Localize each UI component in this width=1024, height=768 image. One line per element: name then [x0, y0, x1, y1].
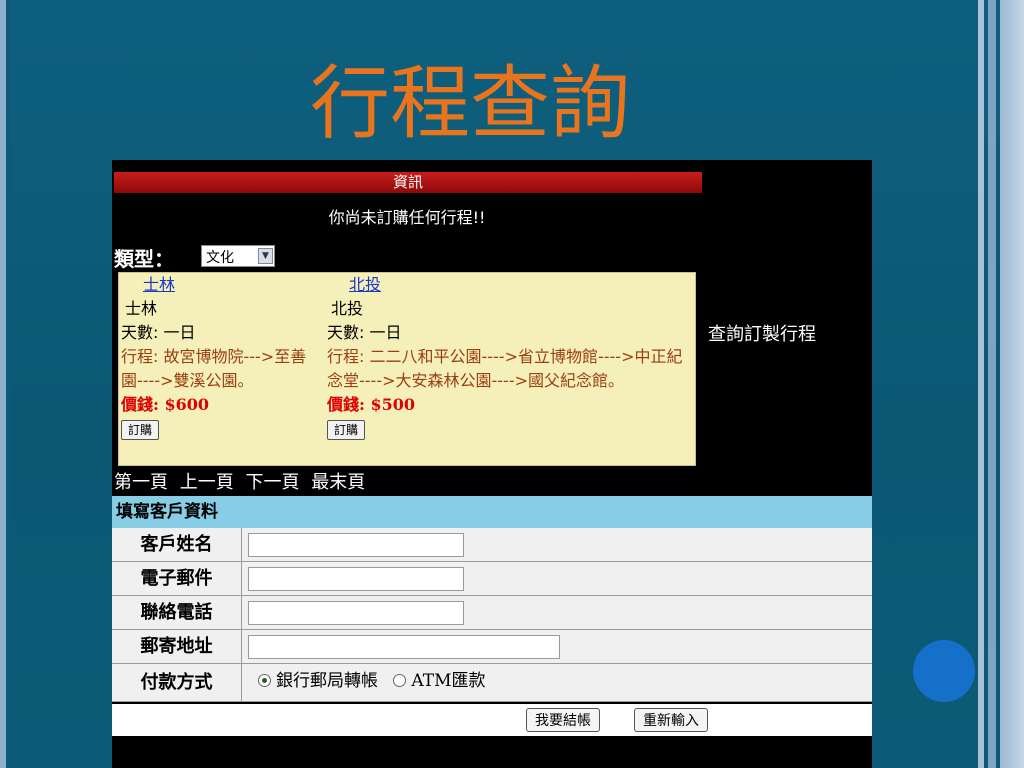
trip-list: 士林 士林 天數: 一日 行程: 故宮博物院--->至善園---->雙溪公園。 … — [118, 272, 696, 466]
trip-card: 北投 北投 天數: 一日 行程: 二二八和平公園---->省立博物館---->中… — [327, 273, 687, 465]
address-label: 郵寄地址 — [112, 630, 242, 663]
trip-link-beitou[interactable]: 北投 — [327, 273, 687, 297]
payment-label: 付款方式 — [112, 664, 242, 701]
info-header-bar: 資訊 — [114, 172, 702, 193]
form-row-address: 郵寄地址 — [112, 630, 872, 664]
reset-button[interactable]: 重新輸入 — [634, 708, 708, 732]
border-stripe — [1000, 0, 1024, 768]
email-label: 電子郵件 — [112, 562, 242, 595]
last-page-link[interactable]: 最末頁 — [311, 472, 365, 493]
trip-link-shilin[interactable]: 士林 — [121, 273, 321, 297]
form-actions: 我要結帳 重新輸入 — [112, 704, 872, 736]
order-button[interactable]: 訂購 — [121, 419, 160, 440]
border-stripe — [988, 0, 996, 768]
phone-input[interactable] — [248, 601, 464, 625]
custom-trip-query-link[interactable]: 查詢訂製行程 — [708, 320, 816, 346]
radio-atm[interactable] — [393, 674, 407, 687]
type-selected-value: 文化 — [206, 250, 234, 266]
form-row-phone: 聯絡電話 — [112, 596, 872, 630]
trip-name: 北投 — [331, 299, 364, 318]
radio-bank-transfer[interactable] — [258, 674, 271, 687]
trip-price: 價錢: $500 — [327, 395, 416, 414]
type-select[interactable]: 文化 ▼ — [201, 245, 275, 267]
border-stripe — [978, 0, 984, 768]
trip-route: 行程: 二二八和平公園---->省立博物館---->中正紀念堂---->大安森林… — [327, 347, 683, 390]
customer-form-header: 填寫客戶資料 — [112, 496, 872, 528]
phone-label: 聯絡電話 — [112, 596, 242, 629]
trip-card: 士林 士林 天數: 一日 行程: 故宮博物院--->至善園---->雙溪公園。 … — [121, 273, 321, 465]
web-page-panel: 資訊 你尚未訂購任何行程!! 類型： 文化 ▼ 士林 士林 天數: 一日 行程:… — [112, 160, 872, 768]
order-button[interactable]: 訂購 — [327, 419, 366, 440]
payment-options: 銀行郵局轉帳 ATM匯款 — [258, 664, 486, 698]
first-page-link[interactable]: 第一頁 — [114, 472, 168, 493]
name-input[interactable] — [248, 533, 464, 557]
prev-page-link[interactable]: 上一頁 — [180, 472, 234, 493]
form-row-name: 客戶姓名 — [112, 528, 872, 562]
pagination: 第一頁 上一頁 下一頁 最末頁 — [114, 468, 371, 494]
address-input[interactable] — [248, 635, 560, 659]
form-row-email: 電子郵件 — [112, 562, 872, 596]
no-order-notice: 你尚未訂購任何行程!! — [328, 208, 486, 227]
right-border-decoration — [978, 0, 1024, 768]
trip-route: 行程: 故宮博物院--->至善園---->雙溪公園。 — [121, 347, 307, 390]
checkout-button[interactable]: 我要結帳 — [526, 708, 600, 732]
slide-title: 行程查詢 — [310, 57, 630, 150]
chevron-down-icon[interactable]: ▼ — [258, 248, 273, 264]
next-page-link[interactable]: 下一頁 — [245, 472, 299, 493]
trip-days: 天數: 一日 — [121, 323, 196, 342]
email-input[interactable] — [248, 567, 464, 591]
atm-label[interactable]: ATM匯款 — [411, 671, 485, 691]
name-label: 客戶姓名 — [112, 528, 242, 561]
trip-days: 天數: 一日 — [327, 323, 402, 342]
decorative-circle — [913, 640, 975, 702]
type-label: 類型： — [114, 247, 174, 271]
bank-transfer-label[interactable]: 銀行郵局轉帳 — [276, 671, 378, 691]
trip-price: 價錢: $600 — [121, 395, 210, 414]
trip-name: 士林 — [125, 299, 158, 318]
form-row-payment: 付款方式 銀行郵局轉帳 ATM匯款 — [112, 664, 872, 702]
